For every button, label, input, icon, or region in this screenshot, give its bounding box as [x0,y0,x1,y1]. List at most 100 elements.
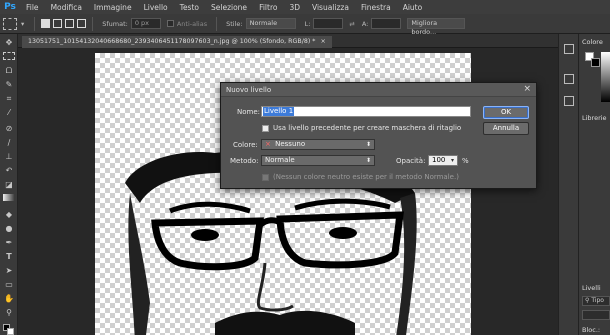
color-label: Colore: [233,141,258,149]
chevron-down-icon[interactable]: ▾ [451,156,454,165]
refine-edge-button[interactable]: Migliora bordo... [407,18,466,36]
width-input[interactable] [313,18,344,29]
dialog-title: Nuovo livello [226,86,272,94]
path-select-icon[interactable]: ➤ [3,266,15,276]
blend-mode-value: Normale [265,156,295,164]
document-tab-bar: 13051751_10154132040668680_2393406451178… [18,34,578,48]
eraser-icon[interactable]: ◪ [3,180,15,190]
no-color-icon: × [265,140,271,148]
chevron-updown-icon: ⬍ [365,157,371,164]
document-tab-title: 13051751_10154132040668680_2393406451178… [28,38,316,45]
chevron-down-icon[interactable]: ▾ [21,20,24,28]
pen-tool-icon[interactable]: ✒ [3,238,15,248]
color-spectrum[interactable] [601,52,610,102]
add-selection-icon[interactable] [53,19,63,28]
opacity-label: Opacità: [396,157,426,165]
blend-mode-select[interactable]: Normale ⬍ [261,155,375,166]
clone-stamp-icon[interactable]: ⊥ [3,152,15,162]
clip-mask-label: Usa livello precedente per creare masche… [273,124,462,132]
eyedropper-icon[interactable]: ⁄ [3,108,15,118]
hand-tool-icon[interactable]: ✋ [3,294,15,304]
ok-button[interactable]: OK [483,106,529,119]
search-icon: ⚲ [585,297,590,304]
menu-livello[interactable]: Livello [138,3,174,12]
menu-finestra[interactable]: Finestra [355,3,397,12]
color-panel-title[interactable]: Colore [582,38,603,46]
type-tool-icon[interactable]: T [3,252,15,262]
right-eyebrow [294,198,391,211]
document-tab[interactable]: 13051751_10154132040668680_2393406451178… [22,36,332,48]
photoshop-logo: Ps [4,2,16,12]
marquee-tool-icon[interactable] [3,52,15,60]
blend-mode-select[interactable] [582,310,610,320]
menu-3d[interactable]: 3D [283,3,306,12]
cancel-button[interactable]: Annulla [483,122,529,135]
separator [216,16,218,31]
tab-close-icon[interactable]: × [320,38,325,45]
face-left-edge [128,193,150,335]
glasses-left-lens [151,217,265,271]
right-panels: Colore Librerie Livelli ⚲ Tipo Bloc.: [578,34,610,335]
clip-mask-checkbox[interactable] [262,125,269,132]
quick-select-icon[interactable]: ✎ [3,80,15,90]
shape-tool-icon[interactable]: ▭ [3,280,15,290]
tools-panel: ✥ ᗝ ✎ ⌗ ⁄ ⊘ ∕ ⊥ ↶ ◪ ◆ ● ✒ T ➤ ▭ ✋ ⚲ [0,34,18,335]
height-input[interactable] [371,18,402,29]
lasso-tool-icon[interactable]: ᗝ [3,66,15,76]
menu-visualizza[interactable]: Visualizza [306,3,355,12]
layers-panel-title[interactable]: Livelli [582,284,601,292]
right-eye [329,227,357,239]
background-swatch[interactable] [591,58,600,67]
menu-bar: Ps File Modifica Immagine Livello Testo … [0,0,610,14]
adjustments-panel-icon[interactable] [564,96,574,106]
zoom-tool-icon[interactable]: ⚲ [3,308,15,318]
menu-aiuto[interactable]: Aiuto [397,3,429,12]
neutral-color-checkbox[interactable] [262,174,269,181]
move-tool-icon[interactable]: ✥ [3,38,15,48]
opacity-input[interactable]: 100 ▾ [428,155,458,166]
sfumat-input[interactable]: 0 px [130,18,161,29]
new-selection-icon[interactable] [41,19,51,28]
dialog-title-bar[interactable]: Nuovo livello × [221,83,536,97]
marquee-tool-icon[interactable] [3,17,17,30]
blur-tool-icon[interactable]: ◆ [3,210,15,220]
opacity-value: 100 [432,156,446,164]
menu-file[interactable]: File [20,3,45,12]
healing-brush-icon[interactable]: ⊘ [3,124,15,134]
layer-color-value: Nessuno [275,140,306,148]
history-brush-icon[interactable]: ↶ [3,166,15,176]
brush-tool-icon[interactable]: ∕ [3,138,15,148]
menu-immagine[interactable]: Immagine [88,3,138,12]
mustache-shape [215,310,355,335]
history-panel-icon[interactable] [564,44,574,54]
gradient-tool-icon[interactable] [3,194,15,201]
intersect-selection-icon[interactable] [77,19,87,28]
height-label: A: [361,19,369,28]
layer-kind-filter[interactable]: ⚲ Tipo [582,296,610,306]
antialias-checkbox[interactable] [166,20,174,27]
layer-color-select[interactable]: × Nessuno ⬍ [261,139,375,150]
lock-label: Bloc.: [582,326,601,334]
menu-filtro[interactable]: Filtro [253,3,283,12]
left-eye [191,229,219,241]
stile-label: Stile: [226,19,243,28]
neutral-color-label: (Nessun colore neutro esiste per il meto… [273,173,459,181]
layer-name-input[interactable]: Livello 1 [261,106,471,117]
background-color-swatch[interactable] [7,328,14,335]
subtract-selection-icon[interactable] [65,19,75,28]
dodge-tool-icon[interactable]: ● [3,224,15,234]
crop-tool-icon[interactable]: ⌗ [3,94,15,104]
swap-icon[interactable]: ⇄ [349,20,354,28]
close-icon[interactable]: × [523,84,531,94]
chevron-updown-icon: ⬍ [365,141,371,148]
separator [34,16,36,31]
libraries-panel-title[interactable]: Librerie [582,114,607,122]
left-eyebrow [169,201,251,214]
menu-selezione[interactable]: Selezione [205,3,253,12]
opacity-unit: % [462,157,469,165]
width-label: L: [304,19,311,28]
menu-testo[interactable]: Testo [174,3,205,12]
stile-select[interactable]: Normale [245,18,296,29]
menu-modifica[interactable]: Modifica [45,3,88,12]
properties-panel-icon[interactable] [564,74,574,84]
